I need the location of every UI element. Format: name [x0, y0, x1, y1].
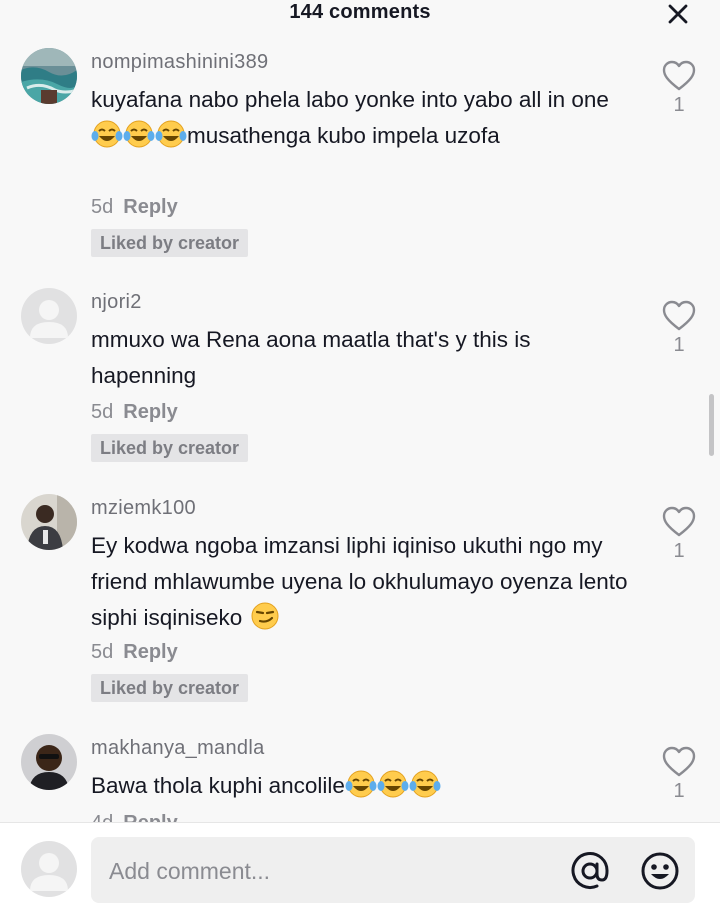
- comment-input[interactable]: [107, 837, 551, 905]
- avatar[interactable]: [21, 734, 77, 790]
- comment-text: Ey kodwa ngoba imzansi liphi iqiniso uku…: [91, 533, 628, 631]
- reply-button[interactable]: Reply: [123, 812, 177, 822]
- at-sign-icon[interactable]: [569, 850, 611, 892]
- page-title: 144 comments: [289, 1, 431, 23]
- liked-by-creator-badge: Liked by creator: [91, 229, 249, 257]
- comment-age: 5d: [91, 401, 114, 423]
- comment-meta: 5d Reply: [91, 196, 178, 219]
- heart-outline-icon[interactable]: [662, 60, 696, 92]
- comment-composer: [0, 822, 720, 913]
- face-with-tears-of-joy-icon: [345, 769, 377, 799]
- comment-item: nompimashinini389 kuyafana nabo phela la…: [0, 40, 720, 270]
- comment-item: njori2 mmuxo wa Rena aona maatla that's …: [0, 280, 720, 480]
- like-control: 1: [660, 300, 698, 357]
- face-with-tears-of-joy-icon: [155, 119, 187, 149]
- comments-list[interactable]: nompimashinini389 kuyafana nabo phela la…: [0, 0, 720, 822]
- comment-meta: 5d Reply: [91, 641, 178, 664]
- comment-text: kuyafana nabo phela labo yonke into yabo…: [91, 87, 609, 149]
- like-control: 1: [660, 60, 698, 117]
- comment-username[interactable]: nompimashinini389: [91, 51, 268, 74]
- reply-button[interactable]: Reply: [123, 196, 177, 218]
- avatar[interactable]: [21, 288, 77, 344]
- liked-by-creator-badge: Liked by creator: [91, 674, 249, 702]
- reply-button[interactable]: Reply: [123, 401, 177, 423]
- like-count: 1: [673, 780, 685, 802]
- comment-item: makhanya_mandla Bawa thola kuphi ancolil…: [0, 726, 720, 822]
- like-count: 1: [673, 334, 685, 356]
- comment-username[interactable]: makhanya_mandla: [91, 737, 265, 760]
- comment-username[interactable]: njori2: [91, 291, 142, 314]
- liked-by-creator-badge: Liked by creator: [91, 434, 249, 462]
- scrollbar-thumb[interactable]: [709, 394, 714, 456]
- like-count: 1: [673, 540, 685, 562]
- comments-header: 144 comments: [0, 0, 720, 26]
- comment-item: mziemk100 Ey kodwa ngoba imzansi liphi i…: [0, 486, 720, 716]
- face-with-tears-of-joy-icon: [377, 769, 409, 799]
- reply-button[interactable]: Reply: [123, 641, 177, 663]
- comment-meta: 4d Reply: [91, 812, 178, 822]
- smirking-face-icon: [249, 601, 281, 631]
- comment-meta: 5d Reply: [91, 401, 178, 424]
- comment-username[interactable]: mziemk100: [91, 497, 196, 520]
- avatar[interactable]: [21, 48, 77, 104]
- heart-outline-icon[interactable]: [662, 300, 696, 332]
- comment-age: 4d: [91, 812, 113, 822]
- avatar[interactable]: [21, 841, 77, 897]
- like-control: 1: [660, 746, 698, 803]
- heart-outline-icon[interactable]: [662, 506, 696, 538]
- close-icon[interactable]: [666, 2, 690, 26]
- face-with-tears-of-joy-icon: [123, 119, 155, 149]
- comment-input-box: [91, 837, 695, 905]
- face-with-tears-of-joy-icon: [409, 769, 441, 799]
- avatar[interactable]: [21, 494, 77, 550]
- comment-age: 5d: [91, 196, 114, 218]
- heart-outline-icon[interactable]: [662, 746, 696, 778]
- like-control: 1: [660, 506, 698, 563]
- comment-text: mmuxo wa Rena aona maatla that's y this …: [91, 327, 531, 388]
- face-with-tears-of-joy-icon: [91, 119, 123, 149]
- comment-text: Bawa thola kuphi ancolile: [91, 768, 631, 804]
- smiley-face-icon[interactable]: [639, 850, 681, 892]
- comment-age: 5d: [91, 641, 114, 663]
- like-count: 1: [673, 94, 685, 116]
